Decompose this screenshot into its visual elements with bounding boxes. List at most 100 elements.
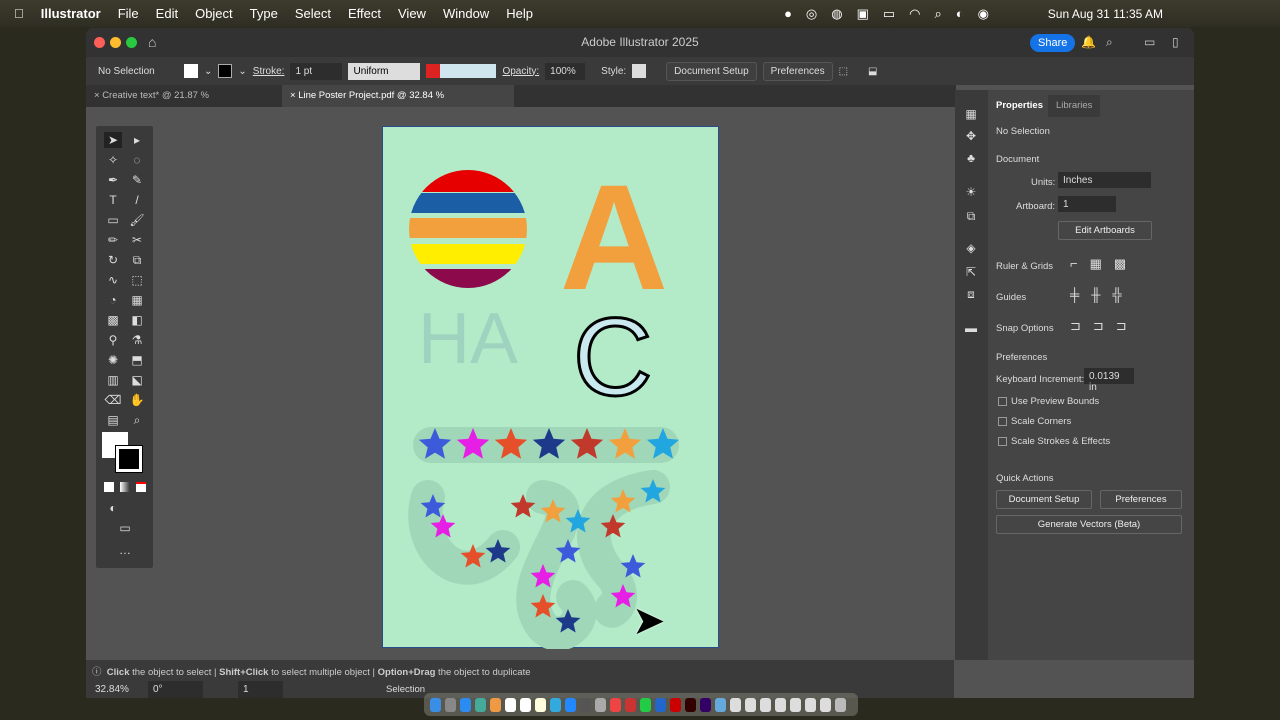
scale-icon[interactable]: ⧉ [128, 252, 146, 268]
magic-wand-icon[interactable]: ✧ [104, 152, 122, 168]
pencil-icon[interactable]: ✏ [104, 232, 122, 248]
workspace-icon[interactable]: ▭ [1144, 28, 1155, 57]
generate-vectors-button[interactable]: Generate Vectors (Beta) [996, 515, 1182, 534]
menu-help[interactable]: Help [506, 6, 533, 21]
style-swatch[interactable] [632, 64, 647, 78]
dock-app-icon[interactable] [640, 697, 651, 712]
bell-icon[interactable]: 🔔 [1081, 28, 1096, 57]
free-transform-icon[interactable]: ⬚ [128, 272, 146, 288]
line-tool-icon[interactable]: / [128, 192, 146, 208]
scale-strokes-checkbox[interactable]: Scale Strokes & Effects [998, 436, 1110, 447]
eraser-icon[interactable]: ⌫ [104, 392, 122, 408]
tab-line-poster[interactable]: × Line Poster Project.pdf @ 32.84 % (RGB… [282, 85, 514, 123]
dock-app-icon[interactable] [445, 697, 456, 712]
rectangle-tool-icon[interactable]: ▭ [104, 212, 122, 228]
dock-app-icon[interactable] [430, 697, 441, 712]
menu-effect[interactable]: Effect [348, 6, 381, 21]
brushes-icon[interactable]: ✥ [962, 128, 980, 144]
curvature-icon[interactable]: ✎ [128, 172, 146, 188]
dock-app-icon[interactable] [520, 697, 531, 712]
preferences-button[interactable]: Preferences [762, 61, 833, 81]
gradient-mode-icon[interactable] [120, 482, 130, 492]
more-tools-icon[interactable]: … [116, 542, 134, 558]
dock-app-icon[interactable] [505, 697, 516, 712]
share-button[interactable]: Share [1030, 34, 1076, 52]
dock-app-icon[interactable] [700, 697, 711, 712]
home-icon[interactable]: ⌂ [148, 28, 156, 57]
keyboard-increment-input[interactable]: 0.0139 in [1084, 368, 1134, 393]
menu-select[interactable]: Select [295, 6, 331, 21]
layers-icon[interactable]: ◈ [962, 240, 980, 256]
dock-app-icon[interactable] [760, 697, 771, 712]
menu-object[interactable]: Object [195, 6, 233, 21]
selection-tool-icon[interactable]: ➤ [104, 132, 122, 148]
pen-tool-icon[interactable]: ✒ [104, 172, 122, 188]
stroke-label[interactable]: Stroke: [253, 66, 285, 77]
symbol-sprayer-icon[interactable]: ✺ [104, 352, 122, 368]
stroke-swatch[interactable] [218, 64, 233, 78]
direct-selection-tool-icon[interactable]: ▸ [128, 132, 146, 148]
dock-app-icon[interactable] [475, 697, 486, 712]
comments-icon[interactable]: ▬ [962, 320, 980, 336]
perspective-icon[interactable]: ▦ [128, 292, 146, 308]
dock-app-icon[interactable] [550, 697, 561, 712]
rotation-select[interactable]: 0° [148, 681, 203, 698]
current-tool-label[interactable]: Selection [386, 684, 425, 695]
scissors-icon[interactable]: ✂ [128, 232, 146, 248]
artboards-icon[interactable]: ⧈ [962, 286, 980, 302]
document-setup-button[interactable]: Document Setup [666, 61, 757, 81]
menu-window[interactable]: Window [443, 6, 489, 21]
dock-app-icon[interactable] [490, 697, 501, 712]
dock-app-icon[interactable] [535, 697, 546, 712]
shape-builder-icon[interactable]: ◔ [104, 292, 122, 308]
artboard-tool-icon[interactable]: ⬒ [128, 352, 146, 368]
slice-icon[interactable]: ⬕ [128, 372, 146, 388]
menu-app[interactable]: Illustrator [41, 6, 101, 21]
dock-app-icon[interactable] [715, 697, 726, 712]
minimize-button[interactable] [110, 37, 121, 48]
opacity-input[interactable]: 100% [545, 62, 586, 80]
hand-icon[interactable]: ✋ [128, 392, 146, 408]
tab-properties[interactable]: Properties [988, 95, 1051, 117]
print-tiling-icon[interactable]: ▤ [104, 412, 122, 428]
dock-app-icon[interactable] [460, 697, 471, 712]
color-mode-icon[interactable] [104, 482, 114, 492]
stroke-profile-select[interactable]: Uniform [348, 62, 421, 80]
menu-edit[interactable]: Edit [156, 6, 178, 21]
paintbrush-icon[interactable]: 🖌 [128, 212, 146, 228]
zoom-button[interactable] [126, 37, 137, 48]
brush-select[interactable] [426, 64, 497, 78]
ruler-grid-icons[interactable]: ⌐▦▩ [1070, 256, 1138, 272]
blend-icon[interactable]: ⚲ [104, 332, 122, 348]
guides-icons[interactable]: ╪╫╬ [1070, 287, 1134, 302]
dock-app-icon[interactable] [730, 697, 741, 712]
menu-view[interactable]: View [398, 6, 426, 21]
swatches-icon[interactable]: ▦ [962, 106, 980, 122]
symbols-icon[interactable]: ♣ [962, 150, 980, 166]
appearance-icon[interactable]: ☀ [962, 184, 980, 200]
warp-icon[interactable]: ∿ [104, 272, 122, 288]
dock-app-icon[interactable] [595, 697, 606, 712]
zoom-icon[interactable]: ⌕ [128, 412, 146, 428]
tab-creative-text[interactable]: × Creative text* @ 21.87 % (RGB/Preview) [86, 85, 281, 123]
quick-preferences-button[interactable]: Preferences [1100, 490, 1182, 509]
zoom-level-select[interactable]: 32.84% [90, 681, 142, 698]
rotate-icon[interactable]: ↻ [104, 252, 122, 268]
artboard-navigator[interactable]: 1 [238, 681, 283, 698]
tab-libraries[interactable]: Libraries [1048, 95, 1101, 117]
artboard[interactable]: A HA C [382, 126, 719, 651]
opacity-label[interactable]: Opacity: [502, 66, 539, 77]
dock-app-icon[interactable] [670, 697, 681, 712]
use-preview-bounds-checkbox[interactable]: Use Preview Bounds [998, 396, 1099, 407]
export-icon[interactable]: ⇱ [962, 264, 980, 280]
dock-app-icon[interactable] [835, 697, 846, 712]
stroke-color[interactable] [115, 445, 143, 473]
dock-app-icon[interactable] [685, 697, 696, 712]
menu-type[interactable]: Type [250, 6, 278, 21]
dock-app-icon[interactable] [790, 697, 801, 712]
snap-icons[interactable]: ⊐⊐⊐ [1070, 318, 1139, 334]
lasso-icon[interactable]: ◌ [128, 152, 146, 168]
select-similar-icon[interactable]: ⬚ [839, 66, 848, 77]
panel-toggle-icon[interactable]: ▯ [1172, 28, 1179, 57]
graph-icon[interactable]: ▥ [104, 372, 122, 388]
